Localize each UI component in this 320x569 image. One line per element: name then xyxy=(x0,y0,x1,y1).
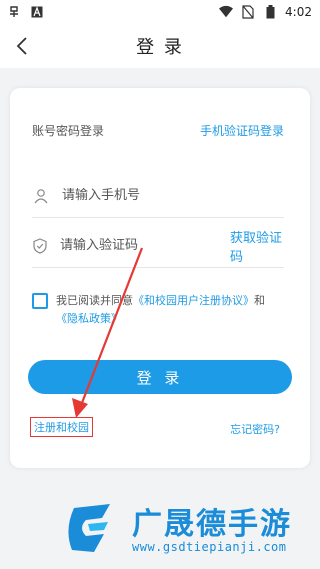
privacy-policy-link[interactable]: 《隐私政策》 xyxy=(56,312,122,325)
login-button[interactable]: 登 录 xyxy=(28,360,292,394)
shield-icon xyxy=(32,237,48,255)
status-bar: 4:02 xyxy=(0,0,320,24)
agreement-row: 我已阅读并同意《和校园用户注册协议》和《隐私政策》 xyxy=(32,292,292,328)
phone-field xyxy=(32,174,284,218)
back-button[interactable] xyxy=(10,34,34,58)
login-card xyxy=(10,88,310,468)
agreement-checkbox[interactable] xyxy=(32,293,48,309)
forgot-password-link[interactable]: 忘记密码? xyxy=(230,421,280,437)
nav-bar: 登 录 xyxy=(0,24,320,68)
battery-icon xyxy=(263,5,277,19)
page-title: 登 录 xyxy=(136,37,184,58)
user-agreement-link[interactable]: 《和校园用户注册协议》 xyxy=(133,294,254,307)
watermark-logo xyxy=(68,504,110,552)
password-login-label: 账号密码登录 xyxy=(32,124,105,138)
clock: 4:02 xyxy=(285,5,312,19)
sms-login-link[interactable]: 手机验证码登录 xyxy=(200,122,284,139)
wifi-icon xyxy=(219,5,234,19)
watermark-url: www.gsdtiepianji.com xyxy=(132,540,287,554)
app-notification-icon xyxy=(8,5,22,19)
login-mode-row: 账号密码登录 手机验证码登录 xyxy=(32,122,284,139)
agreement-and: 和 xyxy=(254,294,265,307)
code-input[interactable] xyxy=(60,238,230,253)
app-a-icon xyxy=(30,5,44,19)
chevron-left-icon xyxy=(16,37,27,55)
user-icon xyxy=(32,187,50,205)
phone-input[interactable] xyxy=(62,188,284,203)
get-code-button[interactable]: 获取验证码 xyxy=(230,227,284,265)
no-sim-icon xyxy=(241,5,255,19)
code-field: 获取验证码 xyxy=(32,224,284,268)
agreement-text: 我已阅读并同意《和校园用户注册协议》和《隐私政策》 xyxy=(56,292,265,328)
watermark-text: 广晟德手游 xyxy=(132,507,292,542)
agreement-prefix: 我已阅读并同意 xyxy=(56,294,133,307)
register-link[interactable]: 注册和校园 xyxy=(30,417,93,437)
